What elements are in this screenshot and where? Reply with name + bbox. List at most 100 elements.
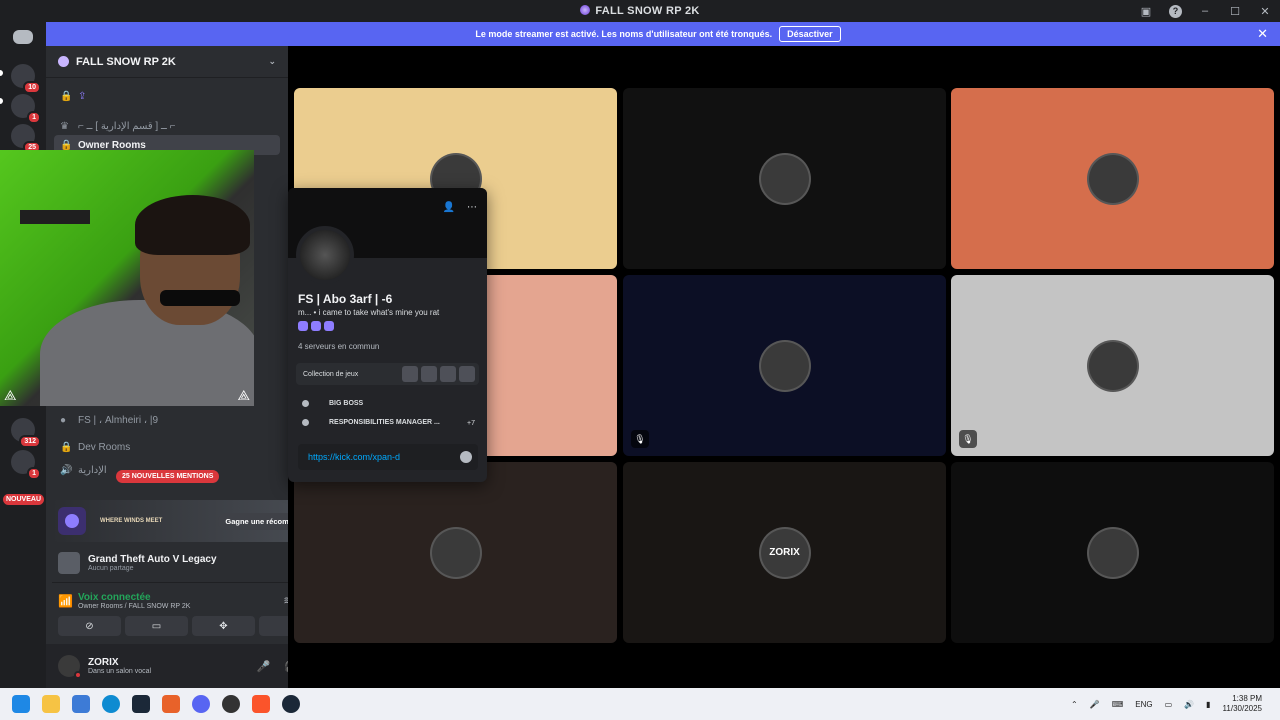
participant-tile[interactable]: 🎙 [951, 275, 1274, 456]
clock-date: 11/30/2025 [1222, 704, 1262, 713]
channel-category[interactable]: ♛ ⌐ ــ [ قسم الإدارية ] ــ ⌐ [54, 116, 280, 136]
close-button[interactable]: ✕ [1250, 5, 1280, 18]
server-icon-4[interactable]: 312 [11, 418, 41, 448]
person-hair [135, 195, 250, 255]
participant-tile[interactable] [951, 88, 1274, 269]
voice-user-item[interactable]: ● FS | ، Almheiri ، |9 [54, 410, 280, 430]
game-icon [421, 366, 437, 382]
voice-channel[interactable]: Owner Rooms / FALL SNOW RP 2K [78, 603, 190, 610]
streamer-mode-message: Le mode streamer est activé. Les noms d'… [475, 29, 773, 39]
maximize-button[interactable]: ☐ [1220, 5, 1250, 18]
activities-button[interactable]: ✥ [192, 616, 255, 636]
server-header[interactable]: FALL SNOW RP 2K ⌄ [46, 46, 288, 78]
volume-icon[interactable]: 🔊 [1184, 700, 1194, 709]
game-collection[interactable]: Collection de jeux [296, 363, 479, 385]
promo-card[interactable]: WHERE WINDS MEET Gagne une récompense ! [52, 500, 328, 542]
unread-pill [0, 70, 3, 76]
voice-user-label: FS | ، Almheiri ، |9 [78, 414, 158, 426]
wall-frame [20, 210, 90, 224]
message-input-text: https://kick.com/xpan-d [308, 452, 401, 462]
participant-avatar [1086, 339, 1139, 392]
microphone-icon[interactable]: 🎤 [257, 660, 271, 673]
minimize-button[interactable]: – [1190, 5, 1220, 17]
avatar[interactable] [58, 655, 82, 679]
webcam-overlay: ⟁ ⟁ [0, 150, 254, 406]
discord-home-icon[interactable] [13, 30, 33, 44]
app-icon[interactable] [222, 695, 240, 713]
participant-tile[interactable] [294, 462, 617, 643]
locked-channel[interactable]: 🔒 ⇪ [54, 86, 280, 106]
badge-icon [298, 321, 308, 331]
signal-icon: 📶 [58, 593, 73, 608]
clock[interactable]: 1:38 PM 11/30/2025 [1223, 694, 1262, 714]
participant-tile[interactable] [623, 88, 946, 269]
game-collection-label: Collection de jeux [303, 370, 359, 378]
edge-icon[interactable] [102, 695, 120, 713]
keyboard-icon[interactable]: ⌨ [1112, 700, 1124, 709]
help-icon[interactable]: ? [1169, 4, 1182, 18]
disable-streamer-mode-button[interactable]: Désactiver [779, 26, 841, 42]
battery-icon[interactable]: ▮ [1206, 700, 1210, 709]
participant-avatar [758, 339, 811, 392]
close-icon[interactable]: ✕ [1257, 26, 1268, 42]
role-item: RESPONSIBILITIES MANAGER ... [302, 419, 440, 426]
windows-start-icon[interactable] [12, 695, 30, 713]
user-status: Dans un salon vocal [88, 668, 152, 675]
category-label: ⌐ ــ [ قسم الإدارية ] ــ ⌐ [78, 120, 176, 132]
stream-status: Aucun partage [88, 565, 134, 572]
mutual-servers[interactable]: 4 serveurs en commun [298, 342, 379, 351]
role-dot-icon [302, 419, 309, 426]
voice-status[interactable]: Voix connectée [78, 592, 190, 603]
inbox-icon[interactable]: ▣ [1131, 5, 1161, 18]
message-input[interactable]: https://kick.com/xpan-d [298, 444, 478, 470]
server-name: FALL SNOW RP 2K [76, 55, 176, 68]
new-mentions-badge[interactable]: 25 NOUVELLES MENTIONS [116, 470, 220, 483]
chevron-up-icon[interactable]: ⌃ [1071, 700, 1078, 709]
username[interactable]: ZORIX [88, 657, 151, 668]
lock-icon: 🔒 [60, 441, 73, 453]
emoji-icon[interactable] [460, 451, 472, 463]
network-icon[interactable]: ▭ [1165, 700, 1173, 709]
window-title-text: FALL SNOW RP 2K [595, 5, 700, 17]
app-icon[interactable] [162, 695, 180, 713]
channel-label: Owner Rooms [78, 139, 146, 151]
chevron-down-icon[interactable]: ⌄ [268, 56, 276, 67]
server-icon-3[interactable]: 25 [11, 124, 41, 154]
role-label: RESPONSIBILITIES MANAGER ... [329, 419, 440, 426]
store-icon[interactable] [72, 695, 90, 713]
more-options-icon[interactable]: ⋯ [467, 202, 477, 213]
server-icon [58, 56, 69, 67]
lock-icon: 🔒 [60, 90, 73, 102]
server-icon-1[interactable]: 10 [11, 64, 41, 94]
discord-icon[interactable] [192, 695, 210, 713]
game-title: Grand Theft Auto V Legacy [88, 554, 217, 565]
language-indicator[interactable]: ENG [1135, 700, 1152, 709]
role-label: BIG BOSS [329, 400, 364, 407]
file-explorer-icon[interactable] [42, 695, 60, 713]
server-icon-2[interactable]: 1 [11, 94, 41, 124]
more-roles-button[interactable]: +7 [467, 420, 475, 427]
game-icon [459, 366, 475, 382]
participant-tile[interactable]: 🎙 [623, 275, 946, 456]
mention-badge: 10 [23, 81, 41, 94]
add-friend-icon[interactable]: 👤 [443, 202, 455, 213]
voice-action-buttons: ⊘ ▭ ✥ ♫ [58, 616, 322, 636]
screen-share-button[interactable]: ▭ [125, 616, 188, 636]
sunglasses [160, 290, 240, 306]
camera-off-button[interactable]: ⊘ [58, 616, 121, 636]
muted-mic-icon: 🎙 [959, 430, 977, 448]
channel-dev-rooms[interactable]: 🔒 Dev Rooms [54, 437, 280, 457]
streamer-mode-banner: Le mode streamer est activé. Les noms d'… [36, 22, 1280, 46]
channel-label: الإدارية [78, 464, 107, 476]
server-icon-5[interactable]: 1 [11, 450, 41, 480]
steam-icon[interactable] [132, 695, 150, 713]
promo-brand: WHERE WINDS MEET [100, 517, 163, 524]
role-dot-icon [302, 400, 309, 407]
channel-label: Dev Rooms [78, 441, 131, 453]
steam-icon[interactable] [282, 695, 300, 713]
participant-tile[interactable] [951, 462, 1274, 643]
participant-tile[interactable]: ZORIX [623, 462, 946, 643]
profile-avatar[interactable] [296, 226, 354, 284]
brave-icon[interactable] [252, 695, 270, 713]
microphone-icon[interactable]: 🎤 [1090, 700, 1100, 709]
